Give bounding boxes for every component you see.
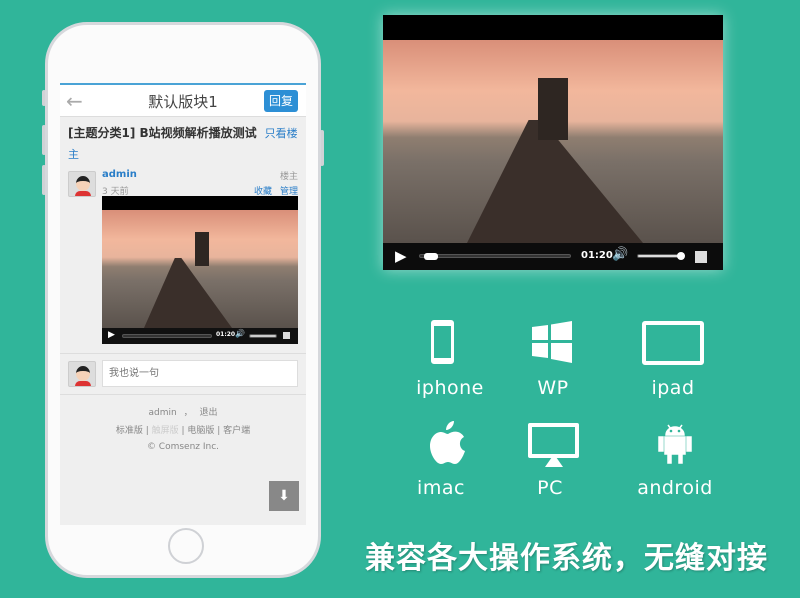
phone-screen: ← 默认版块1 回复 [主题分类1] B站视频解析播放测试 只看楼主 admin … bbox=[60, 83, 306, 525]
volume-icon[interactable]: 🔊 bbox=[235, 329, 245, 338]
iphone-icon bbox=[431, 320, 454, 364]
slogan: 兼容各大操作系统，无缝对接 bbox=[365, 541, 768, 576]
avatar[interactable] bbox=[68, 171, 96, 197]
arrow-down-bar-icon: ⬇ bbox=[278, 488, 290, 504]
home-button[interactable] bbox=[168, 528, 204, 564]
copyright: © Comsenz Inc. bbox=[146, 442, 220, 452]
platform-label: imac bbox=[417, 477, 465, 499]
platform-label: WP bbox=[537, 377, 569, 399]
monitor-stand bbox=[545, 458, 563, 467]
logout-link[interactable]: 退出 bbox=[199, 408, 217, 418]
topic-title-text: [主题分类1] B站视频解析播放测试 bbox=[68, 126, 257, 140]
monitor-icon bbox=[528, 423, 579, 458]
header-bar: ← 默认版块1 回复 bbox=[60, 85, 306, 117]
platform-label: iphone bbox=[416, 377, 484, 399]
time-display: 01:20 bbox=[216, 331, 236, 338]
commenter-avatar bbox=[68, 361, 96, 387]
topic-title: [主题分类1] B站视频解析播放测试 只看楼主 bbox=[60, 117, 306, 165]
separator: ， bbox=[183, 408, 193, 418]
seek-knob[interactable] bbox=[423, 253, 438, 260]
play-icon[interactable]: ▶ bbox=[395, 247, 407, 265]
version-touch[interactable]: 触屏版 bbox=[152, 426, 179, 436]
footer-user-line: admin ， 退出 bbox=[60, 405, 306, 418]
platform-label: ipad bbox=[651, 377, 695, 399]
volume-bar[interactable] bbox=[249, 334, 277, 338]
post-author[interactable]: admin bbox=[102, 169, 137, 180]
reply-button[interactable]: 回复 bbox=[264, 90, 298, 112]
version-standard[interactable]: 标准版 bbox=[116, 426, 143, 436]
version-links: 标准版 | 触屏版 | 电脑版 | 客户端 bbox=[115, 426, 251, 436]
post-video-player[interactable]: ▶ 01:20 🔊 bbox=[102, 196, 298, 344]
time-display: 01:20 bbox=[581, 250, 613, 261]
ipad-icon bbox=[642, 321, 704, 365]
video-player[interactable]: ▶ 01:20 🔊 bbox=[383, 15, 723, 270]
volume-icon[interactable]: 🔊 bbox=[612, 247, 628, 262]
fullscreen-icon[interactable] bbox=[283, 332, 290, 339]
apple-icon bbox=[430, 421, 465, 464]
version-client[interactable]: 客户端 bbox=[223, 426, 250, 436]
comment-input[interactable] bbox=[102, 360, 298, 387]
platform-label: PC bbox=[537, 477, 563, 499]
footer-user[interactable]: admin bbox=[149, 408, 177, 418]
fullscreen-icon[interactable] bbox=[695, 251, 707, 263]
seek-bar[interactable] bbox=[122, 334, 212, 338]
android-icon bbox=[658, 424, 692, 464]
platform-label: android bbox=[637, 477, 713, 499]
scroll-bottom-button[interactable]: ⬇ bbox=[269, 481, 299, 511]
play-icon[interactable]: ▶ bbox=[108, 330, 115, 340]
floor-label: 楼主 bbox=[279, 172, 298, 182]
volume-knob[interactable] bbox=[676, 252, 685, 260]
divider bbox=[60, 353, 306, 354]
version-pc[interactable]: 电脑版 bbox=[187, 426, 214, 436]
windows-icon bbox=[532, 321, 572, 363]
seek-bar[interactable] bbox=[419, 254, 571, 258]
divider bbox=[60, 394, 306, 395]
